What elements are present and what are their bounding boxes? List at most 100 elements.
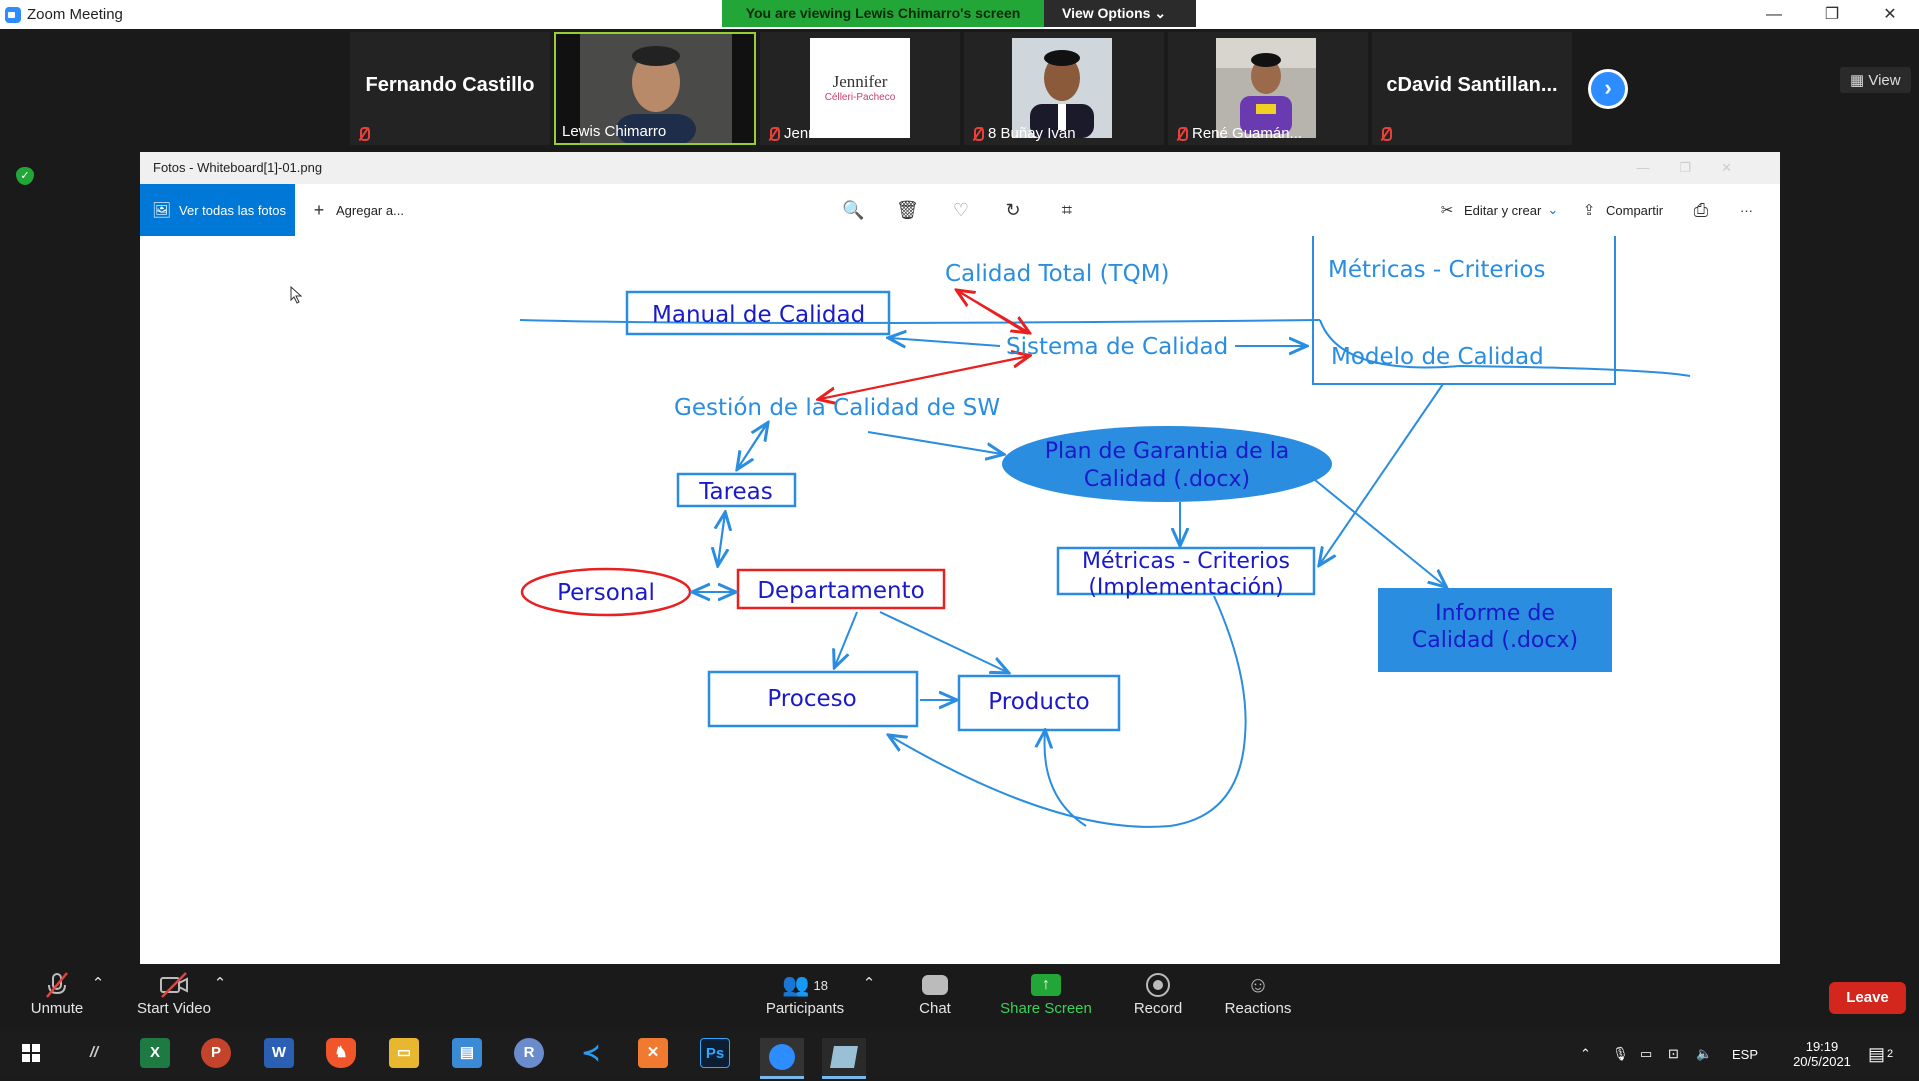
participant-photo bbox=[1216, 38, 1316, 138]
zoom-taskbar-icon[interactable] bbox=[760, 1038, 804, 1079]
sistema-label: Sistema de Calidad bbox=[1006, 334, 1228, 360]
photos-taskbar-icon[interactable] bbox=[822, 1038, 866, 1079]
participants-button[interactable]: 👥 18 Participants bbox=[760, 970, 850, 1017]
view-button[interactable]: ▦ View bbox=[1840, 67, 1911, 93]
zoom-in-icon: 🔍 bbox=[842, 199, 865, 220]
participant-tile-ivan[interactable]: 8 Buñay Ivan bbox=[964, 32, 1164, 145]
participant-tile-david[interactable]: cDavid Santillan... bbox=[1372, 32, 1572, 145]
participant-tile-lewis[interactable]: Lewis Chimarro bbox=[554, 32, 756, 145]
leave-button[interactable]: Leave bbox=[1829, 982, 1906, 1014]
delete-button[interactable]: 🗑 bbox=[896, 184, 919, 236]
brave-browser-icon[interactable]: ♞ bbox=[326, 1038, 356, 1068]
r-app-icon[interactable]: R bbox=[514, 1038, 544, 1068]
share-icon: ⇪ bbox=[1582, 202, 1596, 219]
excel-icon[interactable]: X bbox=[140, 1038, 170, 1068]
whiteboard-image: Calidad Total (TQM) Manual de Calidad Si… bbox=[140, 215, 1780, 964]
participant-tile-jennifer[interactable]: Jennifer Célleri-Pacheco Jennifer Céller… bbox=[760, 32, 960, 145]
print-button[interactable]: ⎙ bbox=[1690, 184, 1712, 236]
muted-mic-icon bbox=[766, 126, 780, 142]
chevron-up-icon: ⌃ bbox=[91, 975, 105, 992]
record-button[interactable]: Record bbox=[1128, 970, 1188, 1017]
edit-create-button[interactable]: ✂ Editar y crear ⌄ bbox=[1436, 184, 1559, 236]
zoom-logo-icon bbox=[5, 6, 21, 23]
video-off-icon bbox=[160, 972, 188, 998]
trash-icon: 🗑 bbox=[896, 199, 919, 220]
notification-icon: ▤ bbox=[1868, 1043, 1886, 1064]
vscode-icon[interactable]: ≺ bbox=[576, 1038, 606, 1068]
participants-options-button[interactable]: ⌃ bbox=[861, 974, 877, 992]
share-screen-button[interactable]: ↑ Share Screen bbox=[998, 970, 1094, 1017]
battery-icon[interactable]: ▭ bbox=[1640, 1029, 1652, 1079]
participant-tile-fernando[interactable]: Fernando Castillo bbox=[350, 32, 550, 145]
unmute-button[interactable]: Unmute bbox=[26, 970, 88, 1017]
show-hidden-icons-button[interactable]: ⌃ bbox=[1580, 1029, 1591, 1079]
share-screen-label: Share Screen bbox=[1000, 1000, 1092, 1017]
share-button[interactable]: ⇪ Compartir bbox=[1578, 184, 1663, 236]
participant-label: Jennifer Céller... bbox=[784, 125, 893, 142]
favorite-button[interactable]: ♡ bbox=[950, 184, 972, 236]
proceso-label: Proceso bbox=[767, 686, 856, 712]
word-icon[interactable]: W bbox=[264, 1038, 294, 1068]
record-icon bbox=[1146, 973, 1170, 997]
manual-label: Manual de Calidad bbox=[652, 302, 865, 328]
minimize-button[interactable]: — bbox=[1745, 0, 1803, 29]
crop-button[interactable]: ⌗ bbox=[1056, 184, 1078, 236]
rotate-button[interactable]: ↻ bbox=[1002, 184, 1024, 236]
powerpoint-icon[interactable]: P bbox=[201, 1038, 231, 1068]
participant-strip: Fernando Castillo Lewis Chimarro Jennife… bbox=[0, 29, 1919, 147]
windows-start-icon[interactable] bbox=[16, 1038, 46, 1068]
add-to-label: Agregar a... bbox=[336, 202, 404, 218]
metricas-impl-label-1: Métricas - Criterios bbox=[1082, 549, 1290, 574]
add-to-button[interactable]: + Agregar a... bbox=[308, 184, 404, 236]
file-explorer-icon[interactable]: ▭ bbox=[389, 1038, 419, 1068]
informe-label-2: Calidad (.docx) bbox=[1412, 628, 1578, 653]
personal-label: Personal bbox=[557, 580, 655, 606]
view-label: View bbox=[1868, 72, 1901, 89]
record-label: Record bbox=[1133, 1000, 1183, 1017]
see-all-photos-label: Ver todas las fotos bbox=[179, 202, 286, 218]
see-all-photos-button[interactable]: 🖼 Ver todas las fotos bbox=[140, 184, 295, 236]
printer-icon: ⎙ bbox=[1693, 199, 1709, 220]
window-title: Zoom Meeting bbox=[27, 6, 123, 23]
xampp-icon[interactable]: ✕ bbox=[638, 1038, 668, 1068]
participant-tile-rene[interactable]: René Guamán... bbox=[1168, 32, 1368, 145]
muted-mic-icon bbox=[1174, 126, 1188, 142]
more-button[interactable]: ··· bbox=[1740, 184, 1753, 236]
start-video-label: Start Video bbox=[137, 1000, 211, 1017]
jennifer-logo: Jennifer Célleri-Pacheco bbox=[810, 38, 910, 138]
window-controls: — ❐ ✕ bbox=[1745, 0, 1919, 29]
contact-app-icon[interactable]: ▤ bbox=[452, 1038, 482, 1068]
clock[interactable]: 19:19 20/5/2021 bbox=[1774, 1029, 1870, 1079]
unmute-label: Unmute bbox=[30, 1000, 84, 1017]
photoshop-icon[interactable]: Ps bbox=[700, 1038, 730, 1068]
video-options-button[interactable]: ⌃ bbox=[212, 974, 228, 992]
chat-button[interactable]: Chat bbox=[910, 970, 960, 1017]
microphone-tray-icon[interactable]: 🎙 bbox=[1612, 1029, 1629, 1079]
whiteboard-diagram: Calidad Total (TQM) Manual de Calidad Si… bbox=[519, 215, 1691, 828]
chevron-up-icon: ⌃ bbox=[862, 975, 876, 992]
pen-app-icon[interactable]: // bbox=[79, 1038, 109, 1068]
image-icon: 🖼 bbox=[152, 202, 172, 219]
reactions-button[interactable]: ☺ Reactions bbox=[1222, 970, 1294, 1017]
close-button[interactable]: ✕ bbox=[1861, 0, 1919, 29]
restore-button[interactable]: ❐ bbox=[1803, 0, 1861, 29]
audio-options-button[interactable]: ⌃ bbox=[90, 974, 106, 992]
volume-icon[interactable]: 🔈 bbox=[1696, 1029, 1712, 1079]
people-icon: 👥 bbox=[782, 972, 810, 997]
photos-window: Fotos - Whiteboard[1]-01.png —❐✕ 🖼 Ver t… bbox=[140, 152, 1780, 964]
language-indicator[interactable]: ESP bbox=[1732, 1029, 1758, 1079]
participants-label: Participants bbox=[765, 1000, 845, 1017]
network-icon[interactable]: ⊡ bbox=[1668, 1029, 1679, 1079]
start-video-button[interactable]: Start Video bbox=[133, 970, 215, 1017]
smiley-icon: ☺ bbox=[1246, 972, 1270, 997]
plus-icon: + bbox=[313, 199, 325, 220]
next-page-button[interactable]: › bbox=[1588, 69, 1628, 109]
divider-line bbox=[519, 319, 1321, 324]
notifications-button[interactable]: ▤ 2 bbox=[1868, 1029, 1893, 1079]
chevron-down-icon: ⌄ bbox=[1154, 5, 1167, 21]
view-options-button[interactable]: View Options ⌄ bbox=[1044, 0, 1196, 27]
encryption-shield-icon[interactable]: ✓ bbox=[16, 167, 34, 185]
photos-title: Fotos - Whiteboard[1]-01.png bbox=[153, 160, 323, 175]
metricas-impl-label-2: (Implementación) bbox=[1088, 575, 1283, 600]
zoom-button[interactable]: 🔍 bbox=[842, 184, 864, 236]
